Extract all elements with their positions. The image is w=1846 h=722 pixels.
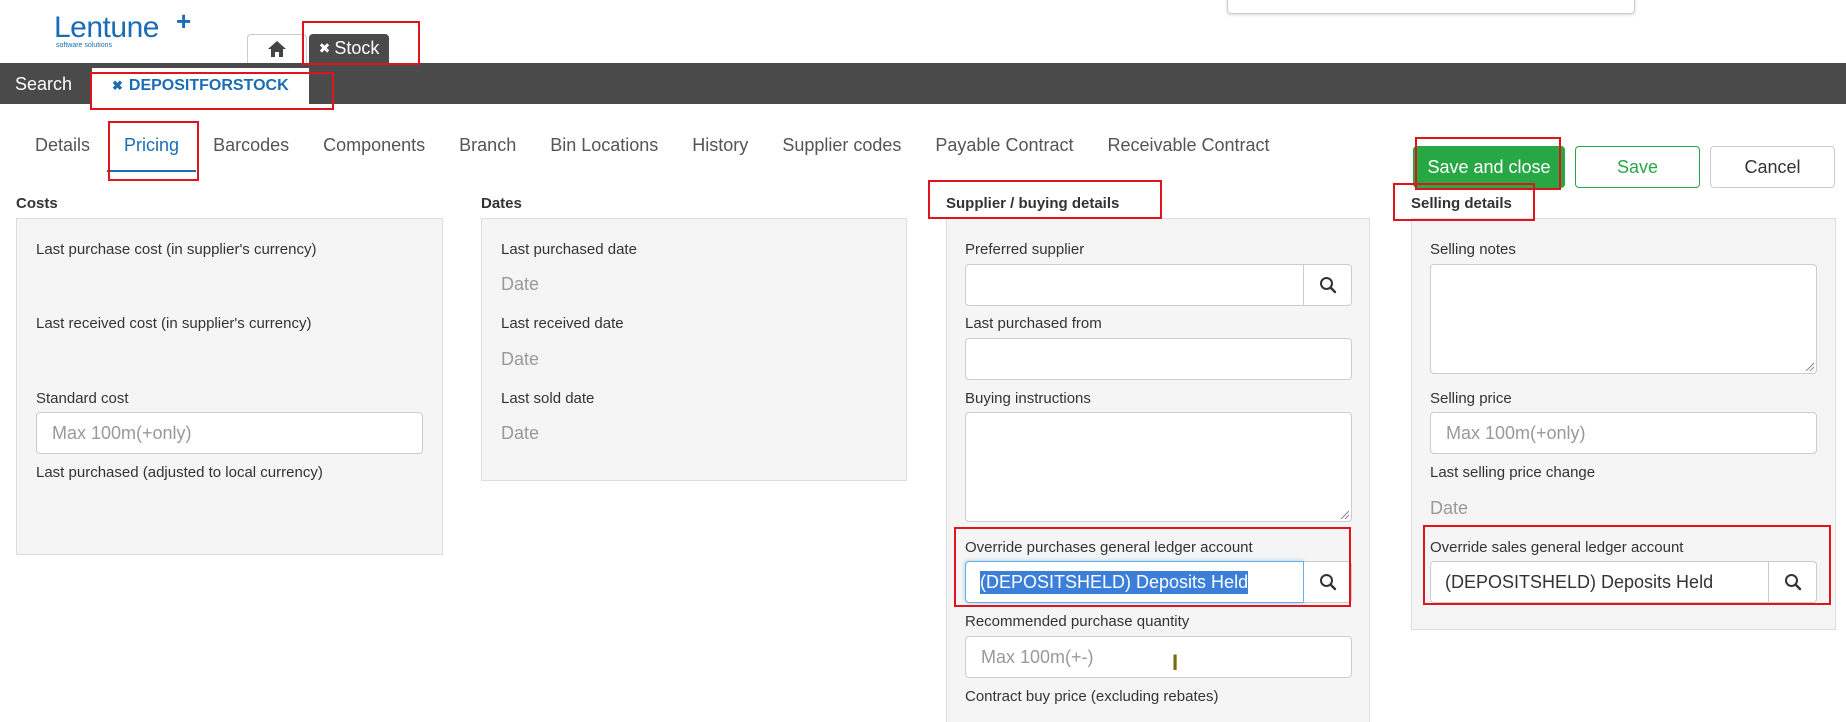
tab-supplier-codes[interactable]: Supplier codes — [765, 133, 918, 172]
dates-panel: Last purchased date Date Last received d… — [481, 218, 907, 481]
selling-panel: Selling notes Selling price Max 100m(+on… — [1411, 218, 1836, 630]
last-sold-date-value[interactable]: Date — [501, 423, 539, 444]
dates-title: Dates — [481, 195, 522, 212]
tab-payable-contract[interactable]: Payable Contract — [918, 133, 1090, 172]
last-purchased-from-label: Last purchased from — [965, 315, 1102, 332]
selling-price-input[interactable]: Max 100m(+only) — [1430, 412, 1817, 454]
tab-receivable-contract[interactable]: Receivable Contract — [1090, 133, 1286, 172]
search-icon — [1784, 574, 1801, 591]
save-and-close-button[interactable]: Save and close — [1413, 146, 1565, 188]
override-purchases-gl-label: Override purchases general ledger accoun… — [965, 539, 1253, 556]
standard-cost-input[interactable]: Max 100m(+only) — [36, 412, 423, 454]
costs-title: Costs — [16, 195, 58, 212]
record-tab-label: DEPOSITFORSTOCK — [128, 77, 289, 94]
stock-detail-tabs: Details Pricing Barcodes Components Bran… — [18, 133, 1287, 172]
last-received-date-value[interactable]: Date — [501, 349, 539, 370]
tab-components[interactable]: Components — [306, 133, 442, 172]
record-tab[interactable]: ✖ DEPOSITFORSTOCK — [92, 68, 309, 104]
last-purchased-date-value[interactable]: Date — [501, 274, 539, 295]
buying-instructions-textarea[interactable] — [965, 412, 1352, 522]
supplier-panel: Preferred supplier Last purchased from B… — [946, 218, 1370, 722]
top-bar: Lentune + software solutions ✖ Stock — [0, 0, 1846, 63]
close-icon[interactable]: ✖ — [319, 40, 331, 57]
tab-barcodes[interactable]: Barcodes — [196, 133, 306, 172]
search-icon — [1319, 574, 1336, 591]
tab-branch[interactable]: Branch — [442, 133, 533, 172]
logo-plus: + — [176, 6, 192, 36]
record-nav-bar: Search ✖ DEPOSITFORSTOCK — [0, 63, 1846, 104]
selected-text: (DEPOSITSHELD) Deposits Held — [980, 570, 1249, 594]
top-dropdown-panel — [1227, 0, 1635, 14]
override-purchases-gl-input[interactable]: (DEPOSITSHELD) Deposits Held — [965, 561, 1304, 603]
recommended-qty-input[interactable]: Max 100m(+-) — [965, 636, 1352, 678]
last-selling-price-change-value[interactable]: Date — [1430, 498, 1468, 519]
search-link[interactable]: Search — [15, 74, 72, 95]
override-purchases-gl-search-button[interactable] — [1304, 561, 1352, 603]
last-purchase-cost-label: Last purchase cost (in supplier's curren… — [36, 241, 317, 258]
lentune-logo[interactable]: Lentune + software solutions — [54, 6, 191, 49]
cancel-button[interactable]: Cancel — [1710, 146, 1835, 188]
costs-panel: Last purchase cost (in supplier's curren… — [16, 218, 443, 555]
preferred-supplier-input[interactable] — [965, 264, 1304, 306]
override-sales-gl-search-button[interactable] — [1769, 561, 1817, 603]
last-purchased-adjusted-label: Last purchased (adjusted to local curren… — [36, 464, 323, 481]
contract-buy-price-label: Contract buy price (excluding rebates) — [965, 688, 1219, 705]
buying-instructions-label: Buying instructions — [965, 390, 1091, 407]
last-purchased-date-label: Last purchased date — [501, 241, 637, 258]
recommended-qty-label: Recommended purchase quantity — [965, 613, 1190, 630]
selling-notes-label: Selling notes — [1430, 241, 1516, 258]
resize-grip-icon[interactable] — [1804, 361, 1814, 371]
last-sold-date-label: Last sold date — [501, 390, 595, 407]
last-purchased-from-input[interactable] — [965, 338, 1352, 380]
last-received-cost-label: Last received cost (in supplier's curren… — [36, 315, 312, 332]
last-received-date-label: Last received date — [501, 315, 624, 332]
supplier-title: Supplier / buying details — [946, 195, 1120, 212]
logo-wordmark: Lentune — [54, 11, 159, 44]
override-sales-gl-label: Override sales general ledger account — [1430, 539, 1684, 556]
save-button[interactable]: Save — [1575, 146, 1700, 188]
override-sales-gl-input[interactable]: (DEPOSITSHELD) Deposits Held — [1430, 561, 1769, 603]
selling-title: Selling details — [1411, 195, 1512, 212]
stock-tab-label: Stock — [334, 38, 380, 58]
override-sales-gl-picker: (DEPOSITSHELD) Deposits Held — [1430, 561, 1817, 603]
stock-tab[interactable]: ✖ Stock — [309, 34, 389, 63]
override-purchases-gl-picker: (DEPOSITSHELD) Deposits Held — [965, 561, 1352, 603]
tab-details[interactable]: Details — [18, 133, 107, 172]
home-icon — [268, 41, 286, 57]
tab-bin-locations[interactable]: Bin Locations — [533, 133, 675, 172]
tab-history[interactable]: History — [675, 133, 765, 172]
resize-grip-icon[interactable] — [1339, 509, 1349, 519]
preferred-supplier-label: Preferred supplier — [965, 241, 1085, 258]
tab-pricing[interactable]: Pricing — [107, 133, 197, 172]
preferred-supplier-search-button[interactable] — [1304, 264, 1352, 306]
last-selling-price-change-label: Last selling price change — [1430, 464, 1596, 481]
selling-notes-textarea[interactable] — [1430, 264, 1817, 374]
close-icon[interactable]: ✖ — [112, 78, 123, 94]
preferred-supplier-picker — [965, 264, 1352, 306]
search-icon — [1319, 277, 1336, 294]
selling-price-label: Selling price — [1430, 390, 1512, 407]
ibeam-cursor-icon: I — [1172, 650, 1179, 675]
standard-cost-label: Standard cost — [36, 390, 129, 407]
home-tab[interactable] — [247, 34, 307, 63]
